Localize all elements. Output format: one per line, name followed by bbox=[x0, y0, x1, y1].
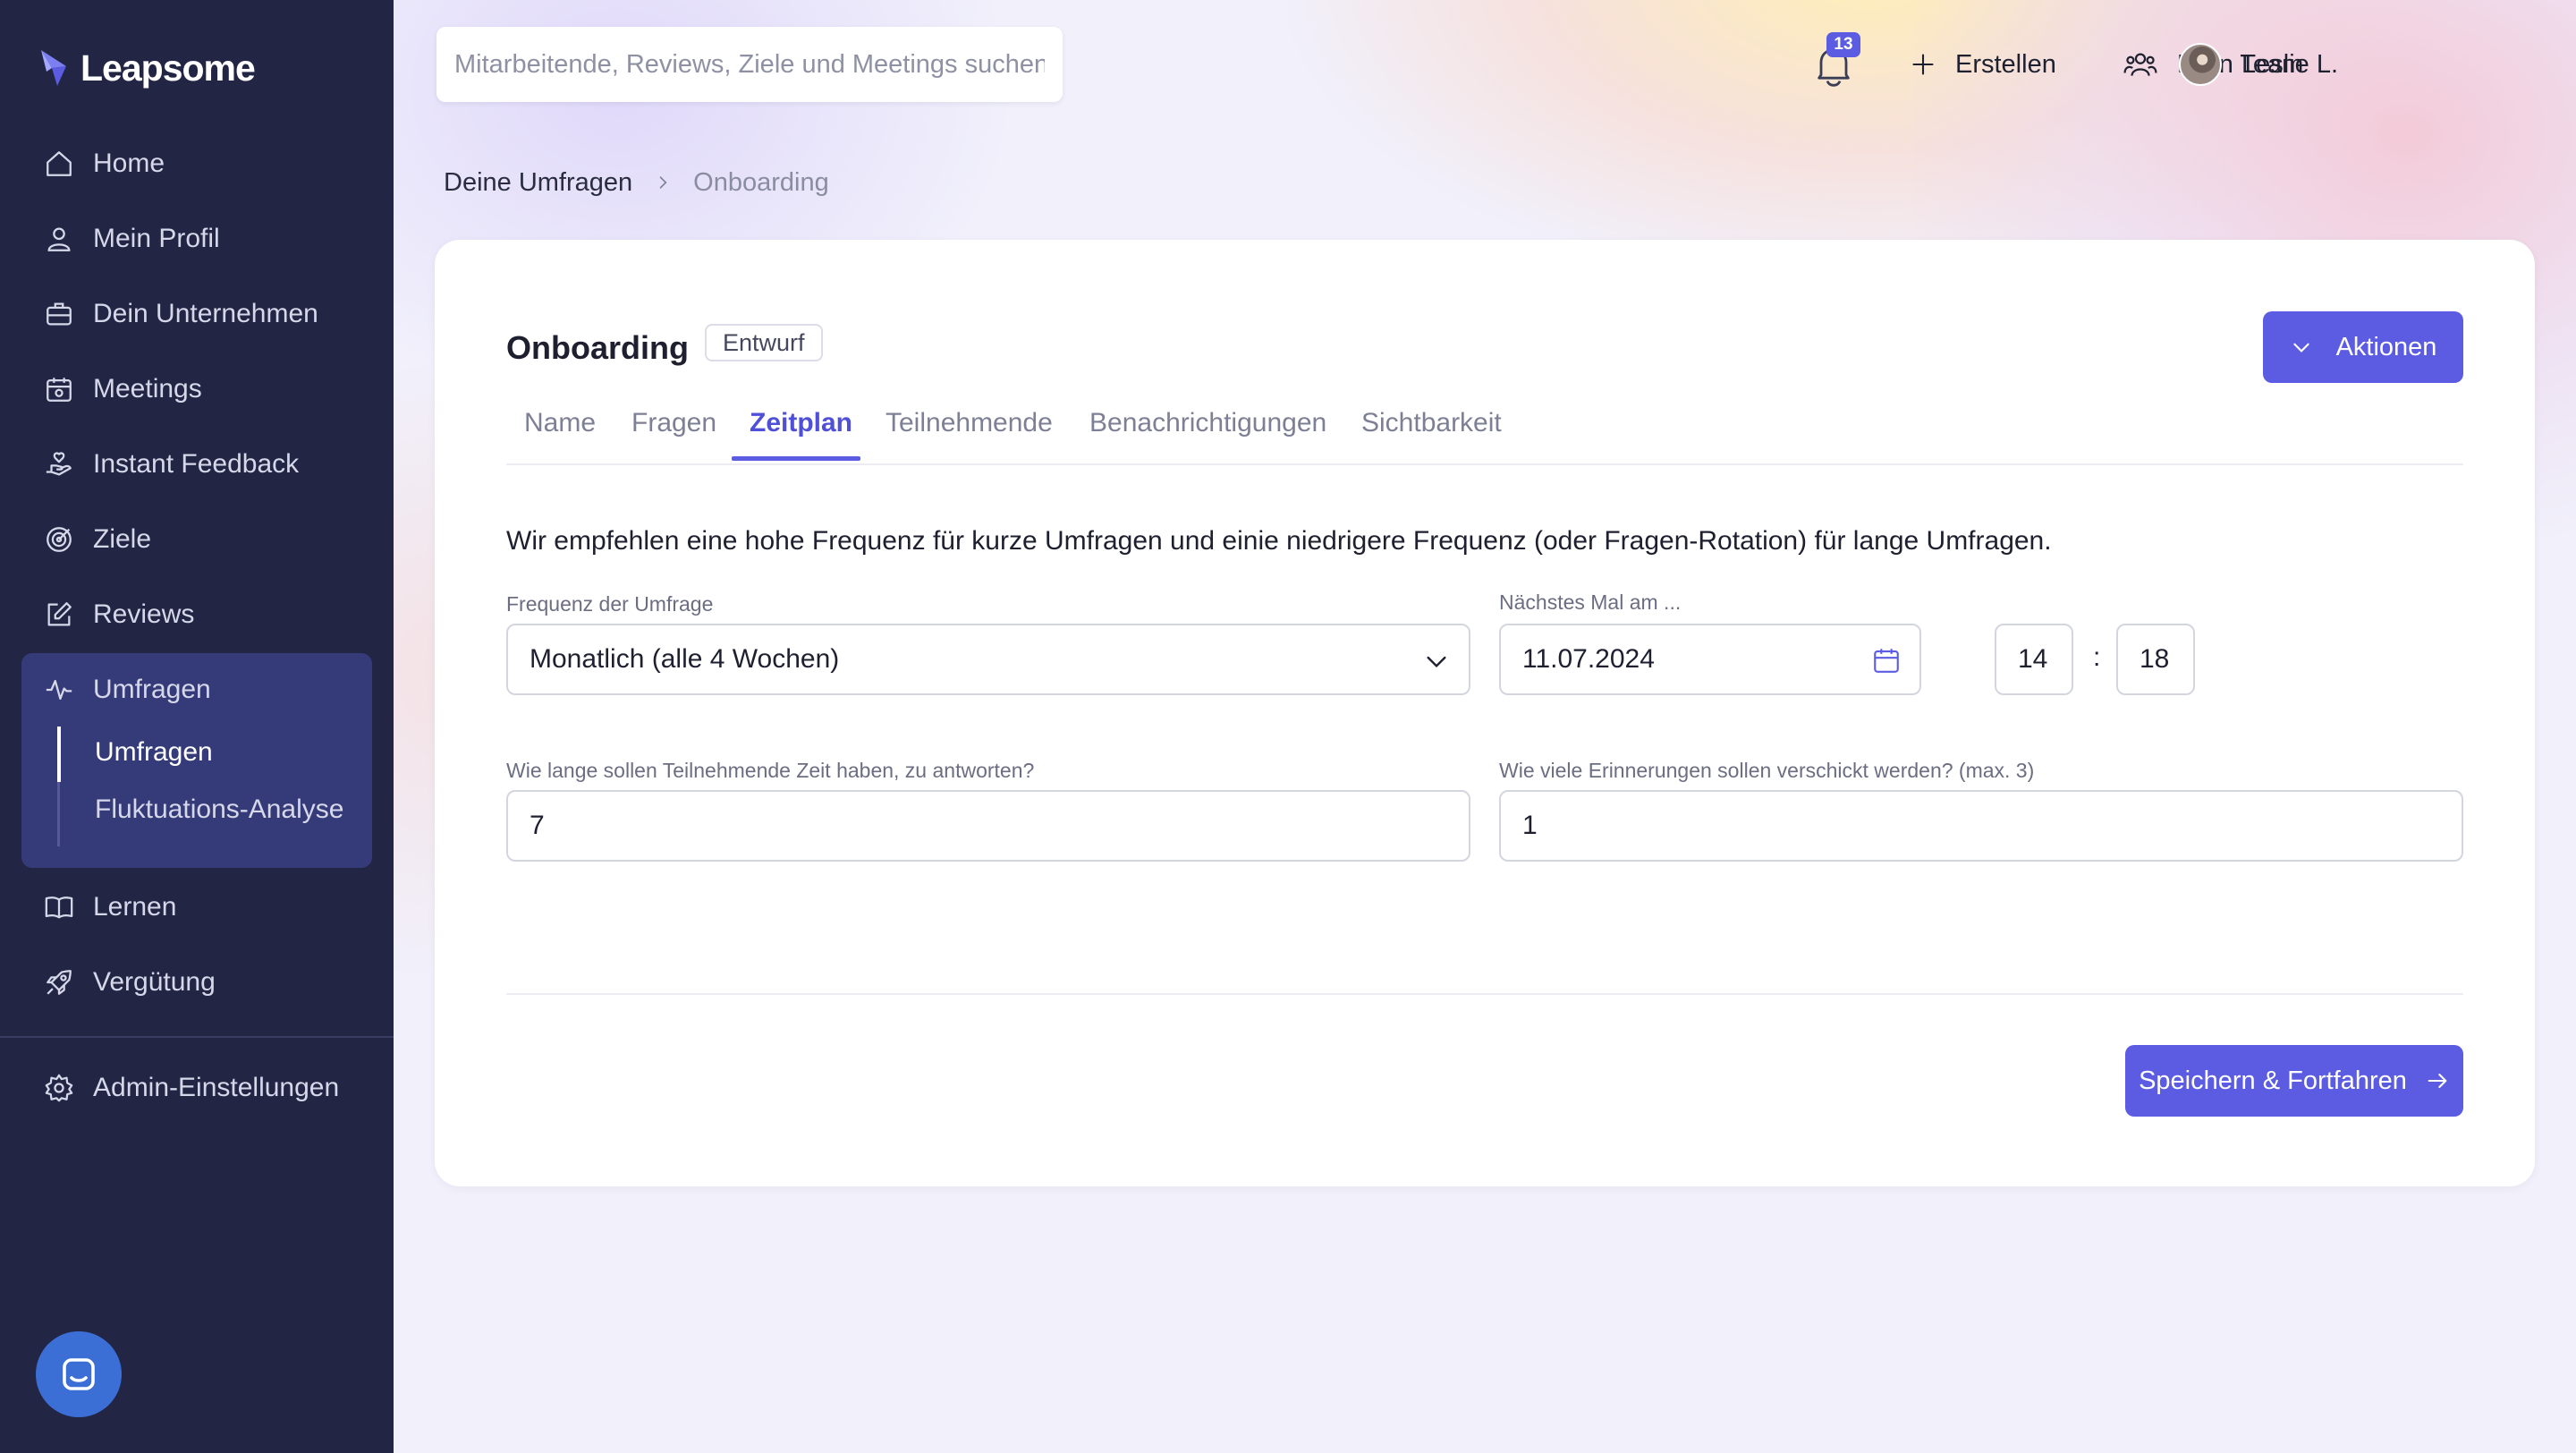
save-continue-button[interactable]: Speichern & Fortfahren bbox=[2125, 1045, 2463, 1117]
date-value: 11.07.2024 bbox=[1522, 644, 1655, 674]
reminders-input[interactable]: 1 bbox=[1499, 790, 2463, 862]
sidebar-item-admin-settings[interactable]: Admin-Einstellungen bbox=[43, 1063, 339, 1113]
sidebar-item-company[interactable]: Dein Unternehmen bbox=[43, 289, 318, 339]
calendar-meetings-icon bbox=[43, 373, 75, 405]
global-search bbox=[436, 27, 1063, 102]
sidebar-item-goals[interactable]: Ziele bbox=[43, 514, 151, 565]
sidebar-item-label: Ziele bbox=[93, 524, 152, 554]
frequency-label: Frequenz der Umfrage bbox=[506, 592, 714, 616]
chevron-down-icon bbox=[1422, 647, 1451, 676]
submenu-active-indicator bbox=[57, 726, 61, 782]
user-name: Leslie L. bbox=[2241, 49, 2339, 79]
chevron-down-icon bbox=[2290, 336, 2313, 359]
sidebar-item-label: Lernen bbox=[93, 892, 177, 922]
avatar bbox=[2179, 43, 2222, 86]
sidebar-subitem-attrition-analysis[interactable]: Fluktuations-Analyse bbox=[95, 794, 343, 825]
reminders-value: 1 bbox=[1522, 811, 1538, 840]
sidebar-item-label: Mein Profil bbox=[93, 224, 220, 253]
chat-button[interactable] bbox=[36, 1331, 122, 1417]
feedback-hand-icon bbox=[43, 448, 75, 480]
time-separator: : bbox=[2093, 642, 2101, 672]
sidebar-item-label: Instant Feedback bbox=[93, 449, 300, 479]
actions-label: Aktionen bbox=[2335, 332, 2437, 361]
sidebar-item-label: Home bbox=[93, 149, 165, 178]
footer-divider bbox=[506, 993, 2463, 995]
save-label: Speichern & Fortfahren bbox=[2139, 1066, 2407, 1095]
home-icon bbox=[43, 148, 75, 180]
chevron-right-icon bbox=[654, 174, 672, 191]
gear-icon bbox=[43, 1072, 75, 1104]
book-icon bbox=[43, 891, 75, 923]
pulse-icon bbox=[43, 674, 75, 706]
sidebar-item-label: Admin-Einstellungen bbox=[93, 1073, 340, 1102]
sidebar-subitem-surveys[interactable]: Umfragen bbox=[95, 737, 213, 768]
reminders-label: Wie viele Erinnerungen sollen verschickt… bbox=[1499, 759, 2035, 782]
sidebar-item-surveys[interactable]: Umfragen bbox=[43, 665, 211, 715]
sidebar: Leapsome Home Mein Profil Dein Unternehm… bbox=[0, 0, 394, 1453]
hour-value: 14 bbox=[2018, 644, 2048, 674]
arrow-right-icon bbox=[2425, 1068, 2450, 1093]
target-icon bbox=[43, 523, 75, 556]
user-icon bbox=[43, 223, 75, 255]
sidebar-item-label: Vergütung bbox=[93, 967, 216, 997]
tab-name[interactable]: Name bbox=[524, 401, 596, 465]
response-time-label: Wie lange sollen Teilnehmende Zeit haben… bbox=[506, 759, 1035, 782]
tab-visibility[interactable]: Sichtbarkeit bbox=[1361, 401, 1502, 465]
calendar-icon[interactable] bbox=[1871, 645, 1902, 676]
sidebar-item-label: Meetings bbox=[93, 374, 202, 404]
status-badge: Entwurf bbox=[705, 324, 823, 361]
edit-icon bbox=[43, 599, 75, 631]
notification-badge: 13 bbox=[1826, 32, 1860, 57]
hour-field[interactable]: 14 bbox=[1995, 624, 2073, 695]
sidebar-divider bbox=[0, 1036, 394, 1038]
rocket-icon bbox=[43, 966, 75, 998]
response-time-value: 7 bbox=[530, 811, 545, 840]
breadcrumb: Deine Umfragen Onboarding bbox=[444, 163, 829, 202]
briefcase-icon bbox=[43, 298, 75, 330]
leapsome-logo[interactable]: Leapsome bbox=[39, 43, 256, 93]
survey-title: Onboarding bbox=[506, 329, 689, 366]
sidebar-item-label: Reviews bbox=[93, 599, 195, 629]
frequency-value: Monatlich (alle 4 Wochen) bbox=[530, 644, 840, 674]
create-label: Erstellen bbox=[1955, 49, 2056, 79]
tab-questions[interactable]: Fragen bbox=[631, 401, 716, 465]
user-entry[interactable]: Leslie L. bbox=[2179, 39, 2338, 89]
sidebar-item-learning[interactable]: Lernen bbox=[43, 882, 176, 932]
sidebar-item-label: Dein Unternehmen bbox=[93, 299, 318, 328]
sidebar-item-home[interactable]: Home bbox=[43, 139, 165, 189]
date-field[interactable]: 11.07.2024 bbox=[1499, 624, 1921, 695]
breadcrumb-parent[interactable]: Deine Umfragen bbox=[444, 168, 632, 198]
minute-field[interactable]: 18 bbox=[2116, 624, 2195, 695]
sidebar-item-profile[interactable]: Mein Profil bbox=[43, 214, 220, 264]
next-date-label: Nächstes Mal am ... bbox=[1499, 591, 1682, 614]
tab-notifications[interactable]: Benachrichtigungen bbox=[1089, 401, 1326, 465]
actions-button[interactable]: Aktionen bbox=[2263, 311, 2463, 383]
brand-name: Leapsome bbox=[80, 47, 256, 89]
sidebar-item-compensation[interactable]: Vergütung bbox=[43, 957, 216, 1007]
sidebar-item-meetings[interactable]: Meetings bbox=[43, 364, 202, 414]
sidebar-item-reviews[interactable]: Reviews bbox=[43, 590, 194, 640]
tabs-divider bbox=[506, 463, 2463, 465]
sidebar-item-label: Umfragen bbox=[93, 675, 211, 704]
minute-value: 18 bbox=[2140, 644, 2170, 674]
main-content: 13 Erstellen Mein Team Leslie L. Deine U… bbox=[394, 0, 2576, 1453]
create-button[interactable]: Erstellen bbox=[1911, 39, 2056, 89]
response-time-input[interactable]: 7 bbox=[506, 790, 1470, 862]
frequency-select[interactable]: Monatlich (alle 4 Wochen) bbox=[506, 624, 1470, 695]
breadcrumb-current: Onboarding bbox=[693, 167, 829, 197]
leapsome-logo-icon bbox=[39, 48, 75, 88]
tab-participants[interactable]: Teilnehmende bbox=[886, 401, 1053, 465]
search-input[interactable] bbox=[454, 49, 1045, 80]
chat-icon bbox=[57, 1353, 100, 1396]
active-tab-indicator bbox=[732, 456, 860, 461]
recommendation-text: Wir empfehlen eine hohe Frequenz für kur… bbox=[506, 526, 2052, 556]
sidebar-item-instant-feedback[interactable]: Instant Feedback bbox=[43, 439, 299, 489]
plus-icon bbox=[1911, 52, 1936, 77]
team-icon bbox=[2123, 47, 2157, 81]
